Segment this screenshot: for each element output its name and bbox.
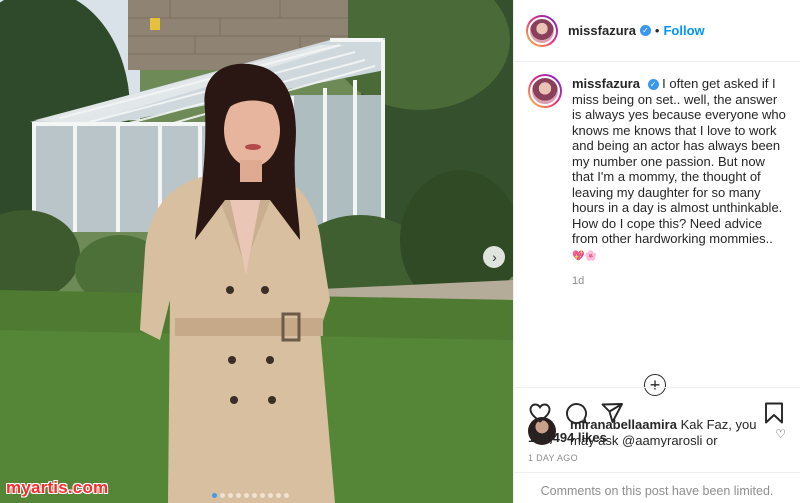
carousel-dot <box>236 493 241 498</box>
chevron-right-icon: › <box>492 249 497 265</box>
next-image-button[interactable]: › <box>483 246 505 268</box>
heart-icon[interactable] <box>528 401 552 425</box>
likes-count[interactable]: 114,494 likes <box>514 426 800 445</box>
post-photo[interactable]: › myartis.com <box>0 0 513 503</box>
verified-badge-icon: ✓ <box>639 25 651 36</box>
caption-age: 1d <box>572 275 585 287</box>
carousel-dot <box>228 493 233 498</box>
carousel-dot <box>220 493 225 498</box>
carousel-dot <box>260 493 265 498</box>
comments-limited-notice: Comments on this post have been limited. <box>514 472 800 498</box>
separator-dot: • <box>654 23 660 38</box>
carousel-dot <box>252 493 257 498</box>
share-icon[interactable] <box>600 401 624 425</box>
photo-scene <box>0 0 513 503</box>
comment-icon[interactable] <box>564 401 588 425</box>
caption-row: missfazura ✓ I often get asked if I miss… <box>528 74 786 264</box>
action-icons <box>514 388 800 426</box>
author-username[interactable]: missfazura <box>568 23 636 38</box>
carousel-dot <box>244 493 249 498</box>
caption-emoji: 💖🌸 <box>572 250 597 262</box>
watermark: myartis.com <box>6 478 109 497</box>
author-avatar[interactable] <box>526 14 558 47</box>
carousel-dot <box>268 493 273 498</box>
verified-badge-icon: ✓ <box>647 79 659 91</box>
post-date: 1 DAY AGO <box>528 453 578 463</box>
carousel-indicator <box>212 493 289 498</box>
carousel-dot <box>284 493 289 498</box>
bookmark-icon[interactable] <box>762 401 786 425</box>
comments-section: missfazura ✓ I often get asked if I miss… <box>514 62 800 447</box>
carousel-dot <box>276 493 281 498</box>
post-actions: 114,494 likes 1 DAY AGO Comments on this… <box>514 387 800 503</box>
caption-text: missfazura ✓ I often get asked if I miss… <box>572 76 786 264</box>
post-header: missfazura ✓ • Follow <box>514 0 800 62</box>
caption-author-avatar[interactable] <box>528 74 562 108</box>
caption-username[interactable]: missfazura <box>572 76 640 91</box>
post-sidebar: missfazura ✓ • Follow missfazura ✓ I oft… <box>513 0 800 503</box>
caption-body: I often get asked if I miss being on set… <box>572 76 786 246</box>
carousel-dot <box>212 493 217 498</box>
follow-button[interactable]: Follow <box>663 23 704 38</box>
